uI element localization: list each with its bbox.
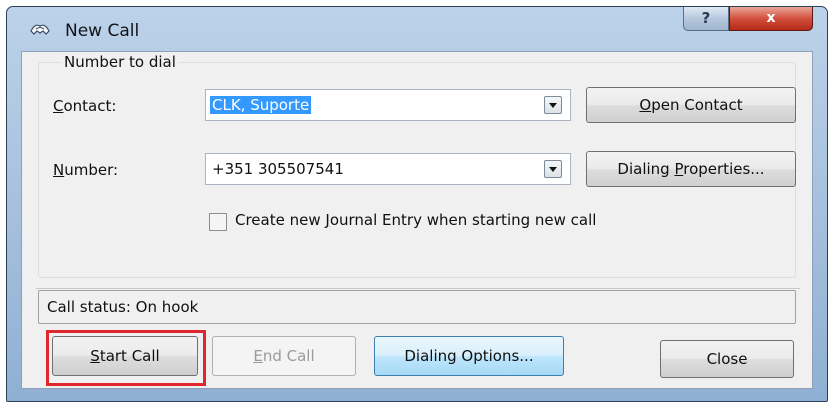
close-button[interactable]: Close xyxy=(660,340,794,378)
window-title: New Call xyxy=(65,21,140,41)
question-mark-icon: ? xyxy=(701,9,711,27)
number-combobox[interactable]: +351 305507541 xyxy=(205,153,571,185)
phone-app-icon xyxy=(29,21,51,37)
close-icon: x xyxy=(766,10,776,26)
dialog-body: Number to dial Contact: CLK, Suporte Ope… xyxy=(21,51,813,389)
dialing-options-button[interactable]: Dialing Options... xyxy=(374,336,564,376)
number-value: +351 305507541 xyxy=(212,160,344,178)
new-call-dialog: New Call ? x Number to dial Contact: CLK… xyxy=(6,6,828,402)
end-call-button: End Call xyxy=(212,336,356,376)
group-legend: Number to dial xyxy=(61,53,179,71)
title-bar[interactable]: New Call ? x xyxy=(7,7,827,51)
dialing-properties-button[interactable]: Dialing Properties... xyxy=(586,151,796,187)
call-status-text: Call status: On hook xyxy=(47,298,199,316)
window-close-button[interactable]: x xyxy=(729,7,813,31)
contact-label: Contact: xyxy=(53,97,117,115)
contact-value: CLK, Suporte xyxy=(210,96,312,114)
start-call-highlight xyxy=(46,330,206,386)
chevron-down-icon[interactable] xyxy=(544,96,562,114)
help-button[interactable]: ? xyxy=(683,7,729,31)
chevron-down-icon[interactable] xyxy=(544,160,562,178)
divider xyxy=(36,288,800,289)
number-to-dial-group: Number to dial Contact: CLK, Suporte Ope… xyxy=(38,53,796,278)
open-contact-button[interactable]: Open Contact xyxy=(586,87,796,123)
call-status-bar: Call status: On hook xyxy=(38,290,796,324)
contact-combobox[interactable]: CLK, Suporte xyxy=(205,89,571,121)
number-label: Number: xyxy=(53,161,119,179)
journal-entry-label[interactable]: Create new Journal Entry when starting n… xyxy=(235,211,596,229)
journal-entry-checkbox[interactable] xyxy=(209,213,227,231)
